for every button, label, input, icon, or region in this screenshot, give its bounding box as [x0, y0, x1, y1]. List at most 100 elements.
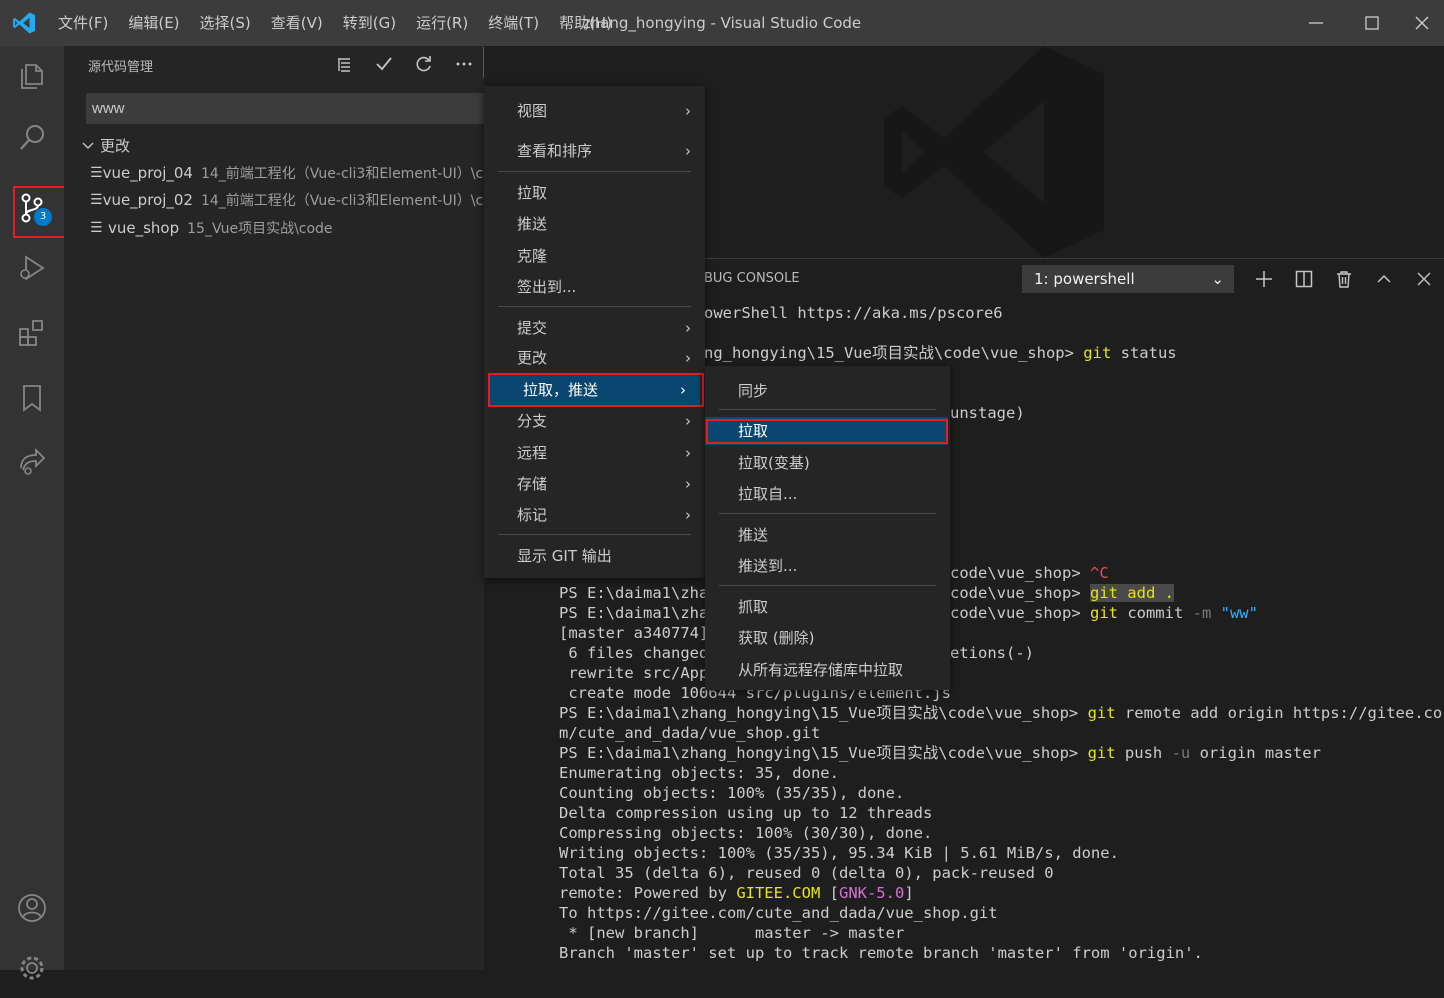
submenu-item-pull-rebase[interactable]: 拉取(变基) [705, 448, 950, 478]
menu-item-remote[interactable]: 远程 › [484, 438, 705, 468]
search-icon [20, 125, 44, 150]
bookmarks-button[interactable] [0, 368, 64, 428]
submenu-item-fetch-prune[interactable]: 获取 (删除) [705, 623, 950, 653]
vscode-watermark-icon [884, 46, 1104, 258]
terminal-line: To https://gitee.com/cute_and_dada/vue_s… [559, 904, 998, 922]
menu-item-changes[interactable]: 更改 › [484, 343, 705, 373]
sidebar-title: 源代码管理 [88, 60, 154, 75]
submenu-item-sync[interactable]: 同步 [705, 376, 950, 406]
highlight-source-control [13, 186, 68, 238]
refresh-button[interactable] [404, 46, 444, 82]
terminal-line: PS E:\daima1\zhan [559, 584, 718, 602]
menu-item-checkout[interactable]: 签出到... [484, 272, 705, 302]
terminal-line: [master a340774] [559, 624, 709, 642]
terminal-line: etions(-) [950, 644, 1034, 662]
menu-item-pull[interactable]: 拉取 [484, 178, 705, 208]
submenu-item-pull-from[interactable]: 拉取自... [705, 479, 950, 509]
kill-terminal-button[interactable] [1330, 265, 1358, 293]
live-share-button[interactable] [0, 432, 64, 492]
close-window-button[interactable] [1400, 0, 1444, 46]
close-panel-button[interactable] [1410, 265, 1438, 293]
manage-button[interactable] [0, 938, 64, 998]
terminal-line: Delta compression using up to 12 threads [559, 804, 933, 822]
refresh-icon [416, 56, 431, 72]
commit-message-input[interactable] [86, 93, 484, 124]
menu-terminal[interactable]: 终端(T) [478, 0, 549, 46]
changes-group-header[interactable]: 更改 [82, 134, 130, 156]
run-debug-button[interactable] [0, 238, 64, 298]
menu-edit[interactable]: 编辑(E) [118, 0, 189, 46]
title-bar: 文件(F) 编辑(E) 选择(S) 查看(V) 转到(G) 运行(R) 终端(T… [0, 0, 1444, 46]
menu-separator [719, 585, 936, 586]
gear-icon [20, 956, 44, 980]
more-actions-button[interactable] [444, 46, 484, 82]
menu-item-tags[interactable]: 标记 › [484, 500, 705, 530]
menu-file[interactable]: 文件(F) [48, 0, 118, 46]
accounts-button[interactable] [0, 878, 64, 938]
explorer-button[interactable] [0, 46, 64, 106]
maximize-button[interactable] [1344, 0, 1400, 46]
source-control-sidebar: 源代码管理 更改 ☰ vue_proj_04 14_前端工程化（Vue-cli3… [64, 46, 484, 970]
trash-icon [1337, 271, 1351, 288]
menu-run[interactable]: 运行(R) [406, 0, 478, 46]
split-icon [1295, 270, 1313, 288]
list-tree-icon [338, 58, 350, 72]
menu-separator [498, 171, 691, 172]
search-button[interactable] [0, 108, 64, 168]
menu-selection[interactable]: 选择(S) [190, 0, 261, 46]
change-item[interactable]: ☰ vue_shop 15_Vue项目实战\code [90, 215, 484, 241]
terminal-select-value: 1: powershell [1034, 270, 1135, 288]
new-terminal-button[interactable] [1250, 265, 1278, 293]
terminal-line: Writing objects: 100% (35/35), 95.34 KiB… [559, 844, 1119, 862]
terminal-line: m/cute_and_dada/vue_shop.git [559, 724, 821, 742]
menu-help[interactable]: 帮助(H) [549, 0, 622, 46]
terminal-line: Enumerating objects: 35, done. [559, 764, 839, 782]
menu-item-view[interactable]: 视图 › [484, 96, 705, 126]
terminal-line: Compressing objects: 100% (30/30), done. [559, 824, 933, 842]
file-icon: ☰ [90, 165, 103, 181]
terminal-line: Total 35 (delta 6), reused 0 (delta 0), … [559, 864, 1054, 882]
minimize-icon [1309, 22, 1323, 24]
submenu-item-push-to[interactable]: 推送到... [705, 551, 950, 581]
changes-label: 更改 [100, 136, 131, 155]
extensions-button[interactable] [0, 302, 64, 362]
submenu-item-fetch-all[interactable]: 从所有远程存储库中拉取 [705, 655, 950, 685]
view-as-tree-button[interactable] [324, 46, 364, 82]
menu-item-stash[interactable]: 存储 › [484, 469, 705, 499]
chevron-right-icon: › [685, 102, 691, 120]
split-terminal-button[interactable] [1290, 265, 1318, 293]
change-item[interactable]: ☰ vue_proj_04 14_前端工程化（Vue-cli3和Element-… [90, 160, 484, 186]
scm-more-actions-menu: 视图 › 查看和排序 › 拉取 推送 克隆 签出到... 提交 › 更改 › 拉取，推送… [484, 86, 705, 578]
vscode-logo-icon [13, 12, 35, 34]
commit-button[interactable] [364, 46, 404, 82]
pull-push-submenu: 同步 拉取 拉取(变基) 拉取自... 推送 推送到... 抓取 获取 (删除)… [705, 366, 950, 690]
menu-view[interactable]: 查看(V) [261, 0, 333, 46]
terminal-line: PS E:\daima1\zhang_hongying\15_Vue项目实战\c… [559, 704, 1443, 722]
minimize-button[interactable] [1288, 0, 1344, 46]
terminal-select[interactable]: 1: powershell ⌄ [1022, 265, 1234, 293]
menu-item-commit[interactable]: 提交 › [484, 313, 705, 343]
menu-item-show-git-output[interactable]: 显示 GIT 输出 [484, 541, 705, 571]
change-file-name: vue_shop [108, 219, 180, 237]
terminal-line: Counting objects: 100% (35/35), done. [559, 784, 905, 802]
submenu-item-fetch[interactable]: 抓取 [705, 592, 950, 622]
chevron-down-icon [82, 142, 94, 149]
menu-item-clone[interactable]: 克隆 [484, 241, 705, 271]
chevron-right-icon: › [685, 412, 691, 430]
menu-go[interactable]: 转到(G) [333, 0, 406, 46]
activity-bar: 3 [0, 46, 68, 980]
files-icon [21, 64, 43, 89]
menu-item-view-sort[interactable]: 查看和排序 › [484, 136, 705, 166]
terminal-line: code\vue_shop> git add . [950, 584, 1174, 602]
change-item[interactable]: ☰ vue_proj_02 14_前端工程化（Vue-cli3和Element-… [90, 187, 484, 213]
bookmark-icon [23, 385, 41, 412]
menu-item-push[interactable]: 推送 [484, 209, 705, 239]
submenu-item-push[interactable]: 推送 [705, 520, 950, 550]
terminal-line: ng_hongying\15_Vue项目实战\code\vue_shop> gi… [704, 344, 1177, 362]
menu-separator [498, 534, 691, 535]
tab-debug-console[interactable]: BUG CONSOLE [704, 271, 800, 286]
maximize-panel-button[interactable] [1370, 265, 1398, 293]
terminal-line: PS E:\daima1\zhan [559, 604, 718, 622]
terminal-line: PS E:\daima1\zhang_hongying\15_Vue项目实战\c… [559, 744, 1321, 762]
menu-item-branch[interactable]: 分支 › [484, 406, 705, 436]
